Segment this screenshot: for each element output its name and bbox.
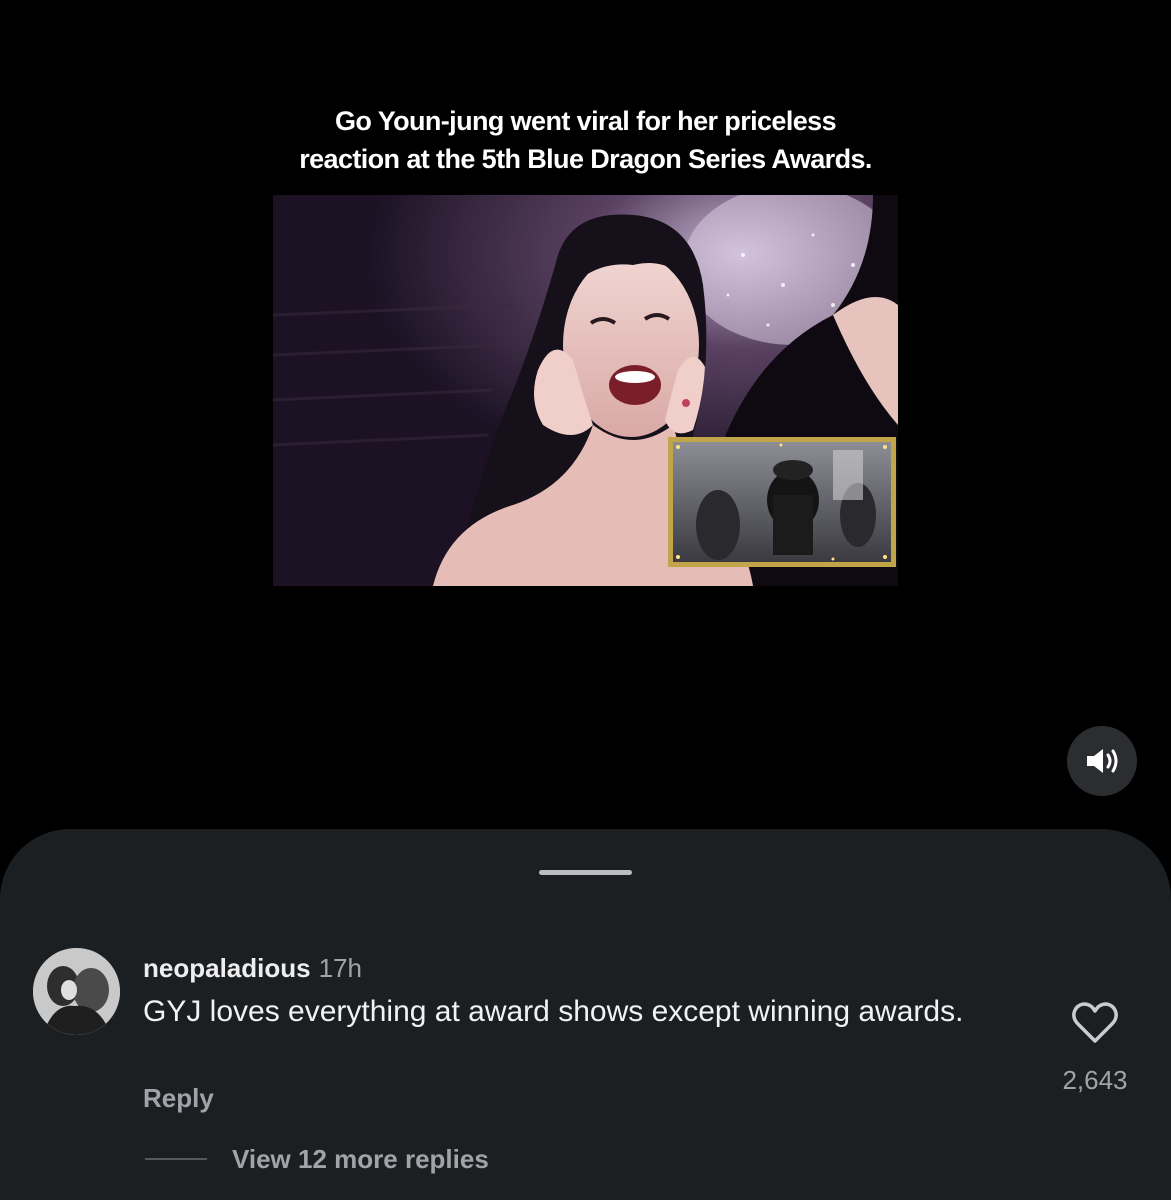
comments-sheet: neopaladious 17h GYJ loves everything at … bbox=[0, 829, 1171, 1200]
replies-divider-line bbox=[145, 1158, 207, 1160]
like-count: 2,643 bbox=[1062, 1065, 1128, 1095]
comment-timestamp: 17h bbox=[318, 953, 362, 983]
comment-text: GYJ loves everything at award shows exce… bbox=[143, 995, 964, 1028]
like-button[interactable] bbox=[1071, 1001, 1119, 1045]
video-player[interactable] bbox=[273, 195, 898, 586]
caption-line-1: Go Youn-jung went viral for her priceles… bbox=[334, 106, 837, 136]
comment-username[interactable]: neopaladious bbox=[143, 953, 311, 983]
inset-stage-image bbox=[668, 437, 896, 567]
heart-outline-icon bbox=[1072, 1002, 1118, 1043]
sound-toggle-button[interactable] bbox=[1067, 726, 1137, 796]
reply-button[interactable]: Reply bbox=[143, 1081, 214, 1115]
speaker-volume-icon bbox=[1087, 749, 1118, 773]
video-frame-image bbox=[273, 195, 898, 586]
video-caption: Go Youn-jung went viral for her priceles… bbox=[0, 102, 1171, 178]
view-replies-label: View 12 more replies bbox=[232, 1144, 489, 1174]
avatar-image bbox=[33, 948, 120, 1035]
avatar[interactable] bbox=[33, 948, 120, 1035]
sheet-drag-handle[interactable] bbox=[539, 870, 632, 875]
comment-header: neopaladious 17h bbox=[143, 952, 362, 984]
caption-line-2: reaction at the 5th Blue Dragon Series A… bbox=[299, 144, 872, 174]
view-replies-button[interactable]: View 12 more replies bbox=[145, 1141, 489, 1177]
reel-viewer: Go Youn-jung went viral for her priceles… bbox=[0, 0, 1171, 1200]
